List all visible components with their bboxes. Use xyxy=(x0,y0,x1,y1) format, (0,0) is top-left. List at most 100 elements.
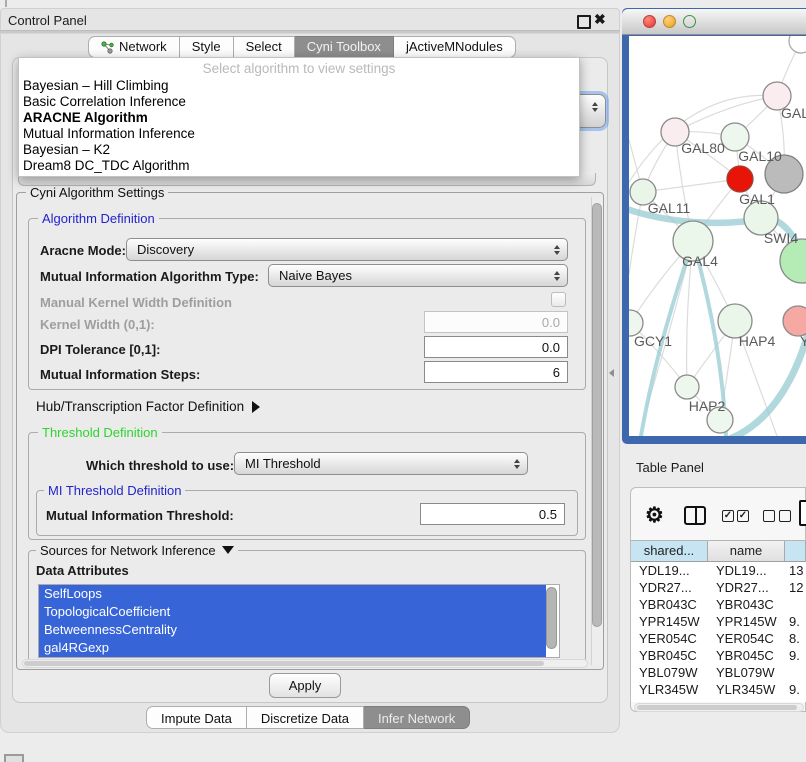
table-row[interactable]: YER054CYER054C8. xyxy=(631,630,806,647)
tab-cyni-toolbox[interactable]: Cyni Toolbox xyxy=(295,36,394,58)
control-panel-tabs: NetworkStyleSelect Cyni Toolbox jActiveMNo… xyxy=(88,36,516,58)
network-node[interactable] xyxy=(789,36,806,53)
data-attributes-list[interactable]: SelfLoopsTopologicalCoefficientBetweenne… xyxy=(38,584,560,658)
attribute-item[interactable]: TopologicalCoefficient xyxy=(39,603,546,621)
bottom-tab-infer-network[interactable]: Infer Network xyxy=(364,706,470,729)
table-row[interactable]: YBR045CYBR045C9. xyxy=(631,647,806,664)
node-label: HAP4 xyxy=(739,333,776,349)
unchecked-box-icon[interactable] xyxy=(779,510,791,522)
dpi-tolerance-input[interactable]: 0.0 xyxy=(424,336,568,358)
application-window: Control Panel ✖ NetworkStyleSelect Cyni T… xyxy=(0,0,806,762)
bottom-tab-impute-data[interactable]: Impute Data xyxy=(146,706,247,729)
maximize-traffic-light[interactable] xyxy=(683,15,696,28)
tab-label: Cyni Toolbox xyxy=(307,36,381,58)
table-cell xyxy=(785,596,806,613)
table-cell: 8. xyxy=(785,698,806,702)
mi-steps-label: Mutual Information Steps: xyxy=(40,367,200,382)
file-icon[interactable] xyxy=(799,500,806,526)
column-split-icon[interactable] xyxy=(684,506,706,525)
tab-label: jActiveMNodules xyxy=(406,36,503,58)
table-hscroll-thumb[interactable] xyxy=(637,705,797,710)
table-rows: YDL19...YDL19...13YDR27...YDR27...12YBR0… xyxy=(631,562,806,702)
table-cell: YER054C xyxy=(708,630,785,647)
bottom-tabs: Impute DataDiscretize DataInfer Network xyxy=(146,706,470,729)
table-cell: YBL079W xyxy=(708,664,785,681)
combo-spinner-icon xyxy=(554,245,560,255)
table-row[interactable]: YIL052CYIL052C8. xyxy=(631,698,806,702)
attribute-item[interactable]: SelfLoops xyxy=(39,585,546,603)
column-header-partial[interactable] xyxy=(785,541,806,562)
float-window-icon[interactable] xyxy=(577,15,591,29)
column-header-shared...[interactable]: shared... xyxy=(631,541,708,562)
mi-type-combobox[interactable]: Naive Bayes xyxy=(268,264,568,287)
unchecked-box-icon[interactable] xyxy=(763,510,775,522)
hub-definition-toggle[interactable]: Hub/Transcription Factor Definition xyxy=(36,399,260,414)
table-row[interactable]: YLR345WYLR345W9. xyxy=(631,681,806,698)
table-cell xyxy=(785,664,806,681)
settings-hscroll-thumb[interactable] xyxy=(24,661,544,666)
checked-box-icon[interactable]: ✓ xyxy=(722,510,734,522)
table-row[interactable]: YDL19...YDL19...13 xyxy=(631,562,806,579)
network-edge[interactable] xyxy=(629,95,777,182)
apply-button[interactable]: Apply xyxy=(269,673,341,698)
node-label: GAL1 xyxy=(739,191,775,207)
table-cell: YBR043C xyxy=(708,596,785,613)
table-header: shared...name xyxy=(631,540,806,562)
table-row[interactable]: YBL079WYBL079W xyxy=(631,664,806,681)
table-cell: YDL19... xyxy=(631,562,708,579)
tab-style[interactable]: Style xyxy=(180,36,234,58)
mi-threshold-input[interactable]: 0.5 xyxy=(420,503,565,525)
node-label: GAL80 xyxy=(681,140,725,156)
table-cell: YIL052C xyxy=(631,698,708,702)
network-node[interactable] xyxy=(783,306,806,336)
bottom-tab-discretize-data[interactable]: Discretize Data xyxy=(247,706,364,729)
network-edge-thick[interactable] xyxy=(727,334,806,436)
algorithm-option-4[interactable]: Mutual Information Inference xyxy=(19,126,579,142)
attributes-list-scrollbar[interactable] xyxy=(546,587,557,649)
minimize-traffic-light[interactable] xyxy=(663,15,676,28)
node-label: HAP2 xyxy=(689,398,726,414)
algorithm-option-5[interactable]: Bayesian – K2 xyxy=(19,142,579,158)
mi-steps-input[interactable]: 6 xyxy=(424,361,568,383)
network-node[interactable] xyxy=(727,166,753,192)
threshold-definition-title: Threshold Definition xyxy=(38,425,162,440)
mi-threshold-group-title: MI Threshold Definition xyxy=(44,483,185,498)
network-canvas[interactable]: GALGAL80GAL10GAL1GAL11SWI4GAL4GCY1HAP4YH… xyxy=(629,36,806,436)
close-icon[interactable]: ✖ xyxy=(594,11,606,28)
kernel-width-input[interactable]: 0.0 xyxy=(424,311,568,333)
table-cell: 12 xyxy=(785,579,806,596)
table-row[interactable]: YDR27...YDR27...12 xyxy=(631,579,806,596)
algorithm-option-1[interactable]: Bayesian – Hill Climbing xyxy=(19,78,579,94)
node-label: GAL xyxy=(781,105,806,121)
close-traffic-light[interactable] xyxy=(643,15,656,28)
table-row[interactable]: YBR043CYBR043C xyxy=(631,596,806,613)
manual-kernel-checkbox[interactable] xyxy=(551,292,566,307)
tab-jactivemnodules[interactable]: jActiveMNodules xyxy=(394,36,516,58)
gear-icon[interactable]: ⚙ xyxy=(645,503,664,528)
aracne-mode-combobox[interactable]: Discovery xyxy=(126,238,568,261)
settings-vscroll-thumb[interactable] xyxy=(592,203,602,627)
table-row[interactable]: YPR145WYPR145W9. xyxy=(631,613,806,630)
network-node[interactable] xyxy=(675,375,699,399)
titlebar-separator xyxy=(0,30,620,34)
control-panel-title: Control Panel xyxy=(8,13,87,28)
table-cell: YBR045C xyxy=(708,647,785,664)
tab-select[interactable]: Select xyxy=(234,36,295,58)
table-cell: YIL052C xyxy=(708,698,785,702)
attribute-item[interactable]: BetweennessCentrality xyxy=(39,621,546,639)
algorithm-option-3[interactable]: ARACNE Algorithm xyxy=(19,110,579,126)
splitter-handle-icon[interactable] xyxy=(609,369,614,377)
table-cell: YPR145W xyxy=(708,613,785,630)
tab-network[interactable]: Network xyxy=(88,36,180,58)
column-header-name[interactable]: name xyxy=(708,541,785,562)
which-threshold-combobox[interactable]: MI Threshold xyxy=(234,452,528,475)
algorithm-option-2[interactable]: Basic Correlation Inference xyxy=(19,94,579,110)
table-cell: YBL079W xyxy=(631,664,708,681)
sources-toggle[interactable]: Sources for Network Inference xyxy=(36,543,238,558)
algorithm-option-6[interactable]: Dream8 DC_TDC Algorithm xyxy=(19,158,579,174)
table-cell: 9. xyxy=(785,647,806,664)
checked-box-icon[interactable]: ✓ xyxy=(737,510,749,522)
network-node[interactable] xyxy=(721,123,749,151)
attribute-item[interactable]: gal4RGexp xyxy=(39,639,546,657)
network-edge[interactable] xyxy=(643,179,740,192)
